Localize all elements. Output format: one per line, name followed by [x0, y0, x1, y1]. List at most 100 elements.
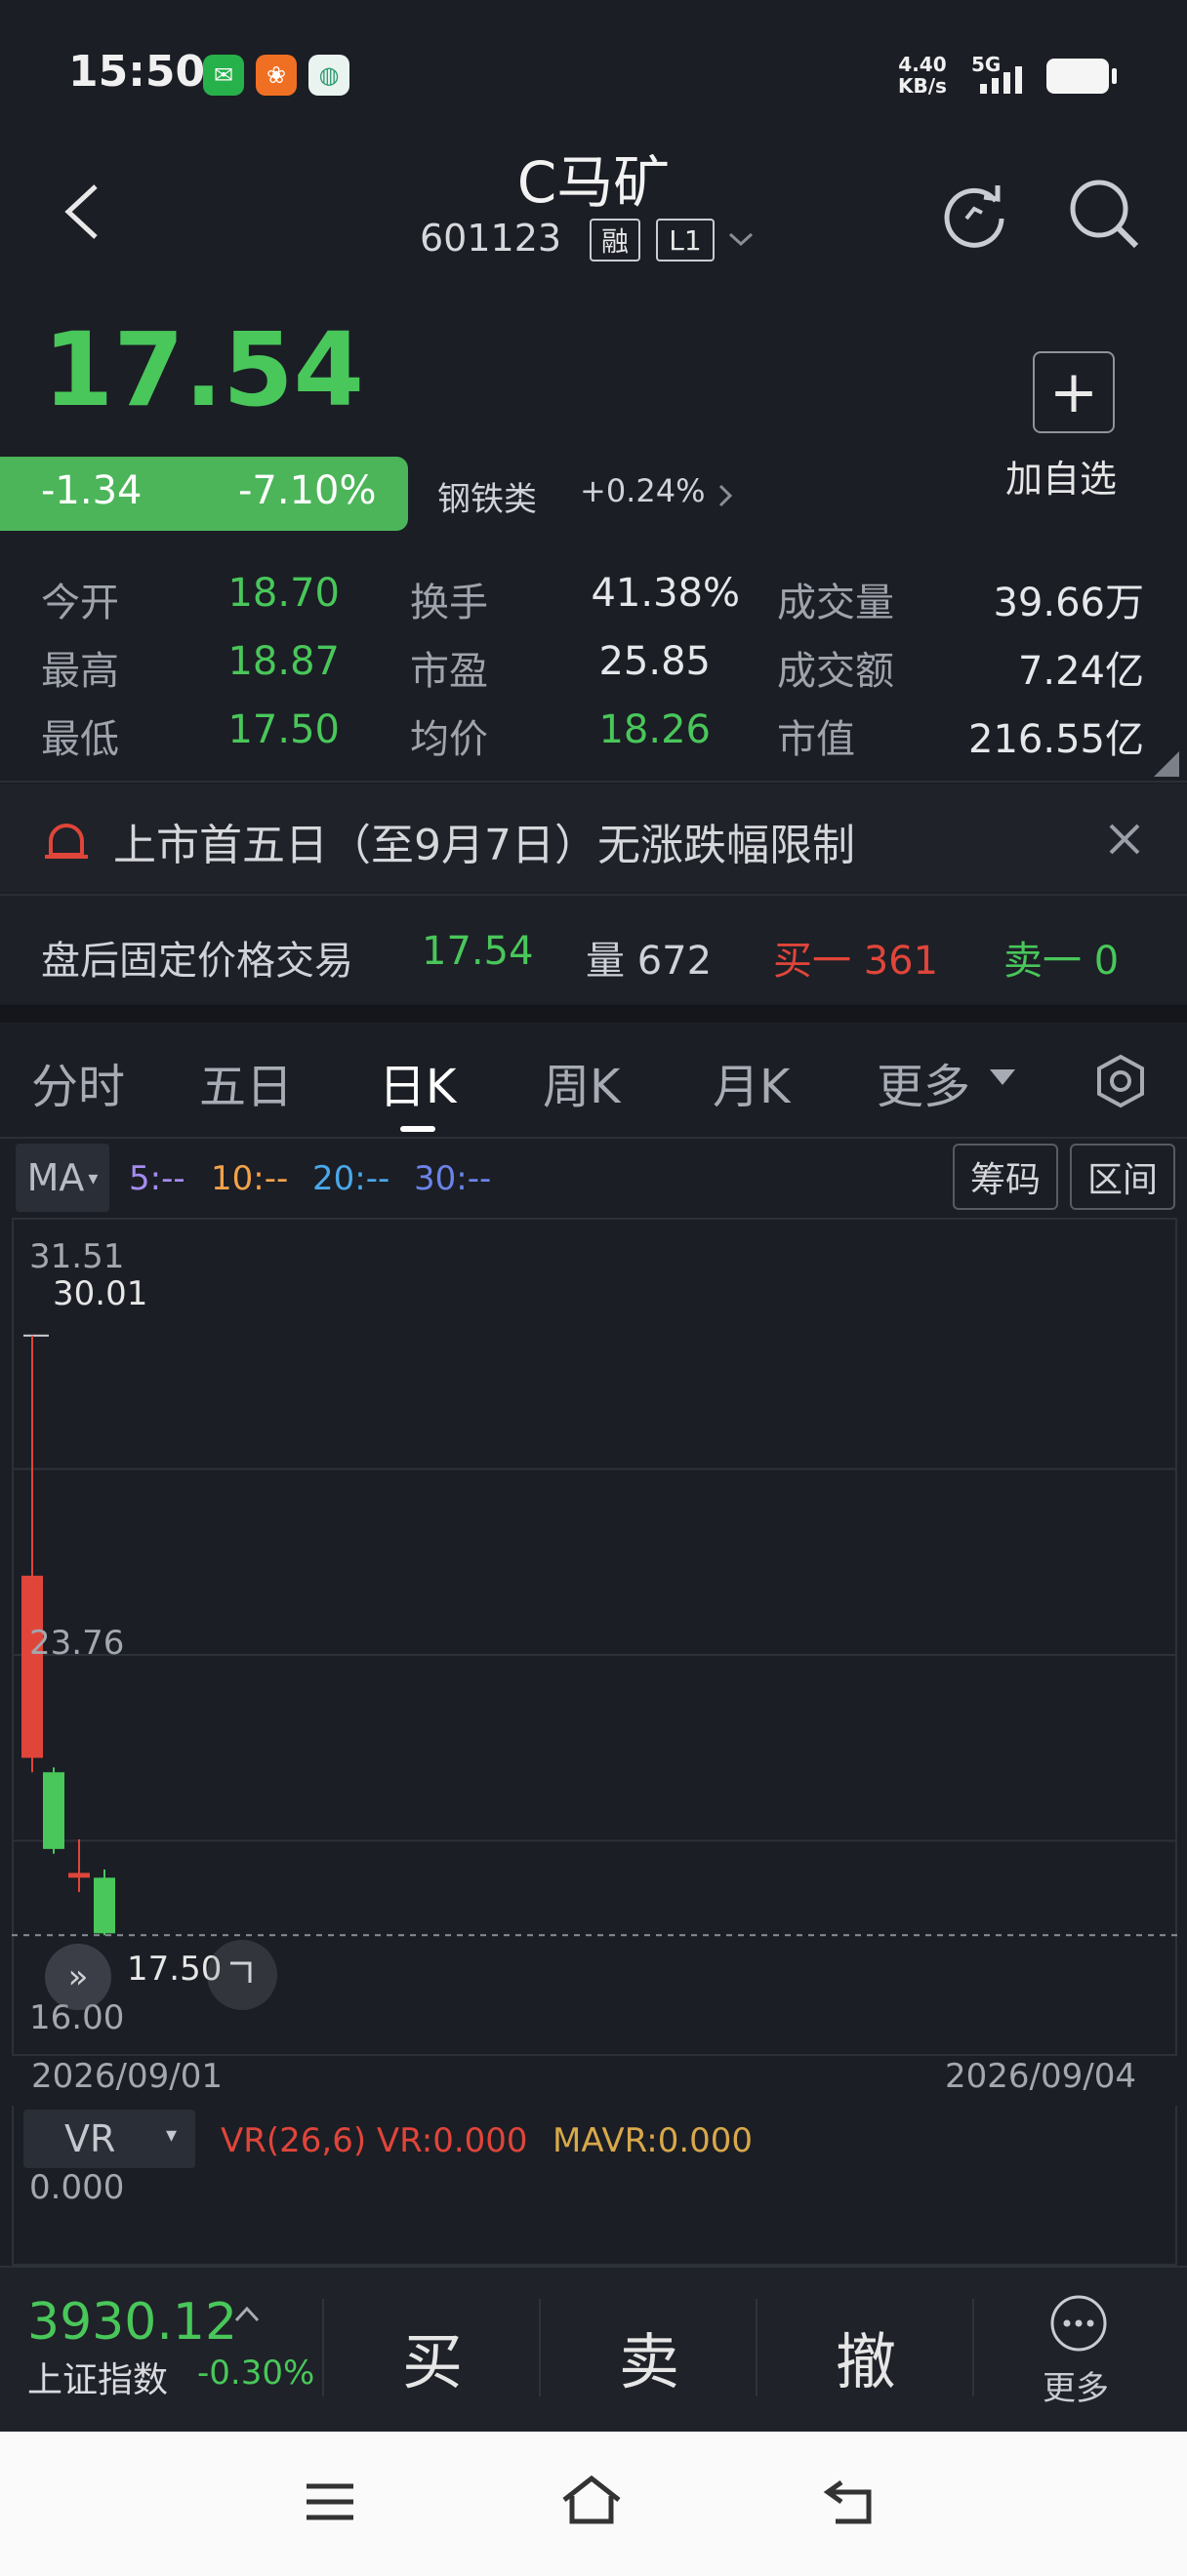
ma30-value: 30:-- [414, 1159, 492, 1198]
candle-body[interactable] [43, 1772, 64, 1849]
ma5-value: 5:-- [129, 1159, 185, 1198]
indicator-selector[interactable]: VR ▾ [23, 2110, 195, 2168]
net-speed: 4.40 KB/s [898, 54, 947, 97]
quote-label: 市盈 [410, 649, 488, 694]
tab-monthly-k[interactable]: 月K [713, 1048, 790, 1116]
tab-weekly-k[interactable]: 周K [543, 1048, 620, 1116]
quote-label: 今开 [41, 581, 119, 625]
price-change: -1.34 [41, 468, 143, 513]
chevron-right-icon[interactable] [716, 482, 734, 509]
active-tab-indicator [400, 1126, 435, 1132]
scroll-latest-icon[interactable]: » [45, 1944, 111, 2010]
vr-title: VR(26,6) VR:0.000 [221, 2121, 528, 2160]
indicator-axis-label: 0.000 [29, 2168, 125, 2207]
tab-daily-k[interactable]: 日K [379, 1048, 456, 1116]
caret-down-icon: ▾ [166, 2123, 178, 2148]
quote-label: 最低 [41, 717, 119, 762]
quote-label: 成交额 [777, 649, 894, 694]
index-value[interactable]: 3930.12 [27, 2293, 237, 2352]
x-axis-start-label: 2026/09/01 [31, 2057, 223, 2096]
wechat-icon: ✉ [203, 55, 244, 96]
quote-value: 17.50 [227, 707, 340, 752]
alarm-icon [45, 824, 88, 859]
ma20-value: 20:-- [312, 1159, 390, 1198]
index-name[interactable]: 上证指数 [27, 2352, 168, 2402]
after-hours-volume: 量 672 [586, 939, 713, 984]
fullscreen-icon[interactable] [207, 1940, 277, 2010]
after-hours-buy: 买一 361 [773, 939, 939, 984]
quote-label: 成交量 [777, 581, 894, 625]
x-axis-end-label: 2026/09/04 [945, 2057, 1136, 2096]
candle-body[interactable] [94, 1877, 115, 1934]
kline-chart[interactable] [12, 1218, 1177, 2056]
range-button[interactable]: 区间 [1070, 1144, 1175, 1210]
menu-icon[interactable] [303, 2478, 357, 2525]
level-tag[interactable]: L1 [656, 219, 715, 262]
battery-icon [1046, 59, 1117, 94]
quote-label: 均价 [410, 717, 488, 762]
mavr-value: MAVR:0.000 [553, 2121, 754, 2160]
sell-button[interactable]: 卖 [619, 2313, 679, 2400]
chevron-up-icon[interactable] [232, 2305, 262, 2324]
back-nav-icon[interactable] [822, 2475, 882, 2529]
fullscreen-glyph-icon [230, 1961, 252, 1983]
dropdown-arrow-icon[interactable] [990, 1069, 1015, 1087]
chips-button[interactable]: 筹码 [953, 1144, 1058, 1210]
tab-more[interactable]: 更多 [877, 1048, 970, 1116]
divider [756, 2299, 757, 2396]
after-hours-label: 盘后固定价格交易 [41, 939, 353, 984]
quote-value: 18.26 [598, 707, 711, 752]
home-icon[interactable] [558, 2473, 625, 2529]
app-teal-icon: ◍ [308, 55, 349, 96]
high-marker-label: 30.01 [53, 1274, 148, 1313]
ma10-value: 10:-- [211, 1159, 289, 1198]
cancel-order-button[interactable]: 撤 [836, 2313, 896, 2400]
industry-name[interactable]: 钢铁类 [437, 472, 537, 520]
net-speed-value: 4.40 [898, 53, 947, 76]
divider [322, 2299, 324, 2396]
after-hours-sell: 卖一 0 [1003, 939, 1120, 984]
candle-body[interactable] [21, 1575, 43, 1758]
quote-label: 换手 [410, 581, 488, 625]
chevron-down-icon[interactable] [726, 230, 756, 250]
search-icon[interactable] [1066, 176, 1140, 250]
notice-text: 上市首五日（至9月7日）无涨跌幅限制 [113, 821, 855, 870]
settings-icon[interactable] [1093, 1054, 1148, 1108]
candle-body[interactable] [68, 1872, 90, 1878]
y-axis-top-label: 31.51 [29, 1237, 125, 1276]
refresh-icon[interactable] [939, 180, 1009, 250]
more-label[interactable]: 更多 [1043, 2361, 1109, 2409]
industry-change[interactable]: +0.24% [580, 472, 705, 509]
quote-label: 市值 [777, 717, 855, 762]
status-time: 15:50 [68, 47, 206, 97]
quote-value: 18.70 [227, 571, 340, 616]
quote-value: 25.85 [598, 639, 711, 684]
app-orange-icon: ❀ [256, 55, 297, 96]
ma-label: MA [26, 1156, 85, 1199]
more-icon[interactable] [1048, 2293, 1109, 2354]
add-watchlist-button[interactable]: + [1033, 351, 1115, 433]
quote-value: 7.24亿 [1017, 649, 1144, 694]
divider [539, 2299, 541, 2396]
quote-value: 18.87 [227, 639, 340, 684]
ma-selector[interactable]: MA ▾ [16, 1144, 109, 1212]
quote-value: 41.38% [591, 571, 740, 616]
buy-button[interactable]: 买 [402, 2313, 463, 2400]
tab-five-day[interactable]: 五日 [199, 1048, 293, 1116]
tab-intraday[interactable]: 分时 [31, 1048, 125, 1116]
expand-corner-icon[interactable] [1154, 751, 1179, 777]
divider [0, 781, 1187, 783]
index-change-pct[interactable]: -0.30% [197, 2354, 314, 2393]
quote-label: 最高 [41, 649, 119, 694]
tabs-divider [0, 1137, 1187, 1139]
section-gap [0, 1005, 1187, 1023]
stock-code: 601123 [420, 217, 562, 260]
quote-value: 216.55亿 [968, 717, 1144, 762]
margin-tag: 融 [590, 219, 640, 262]
net-speed-unit: KB/s [898, 74, 947, 98]
add-watchlist-label[interactable]: 加自选 [1005, 449, 1117, 503]
close-icon[interactable] [1107, 822, 1142, 857]
after-hours-price: 17.54 [422, 929, 534, 974]
current-price: 17.54 [43, 310, 364, 429]
caret-down-icon: ▾ [88, 1166, 99, 1189]
